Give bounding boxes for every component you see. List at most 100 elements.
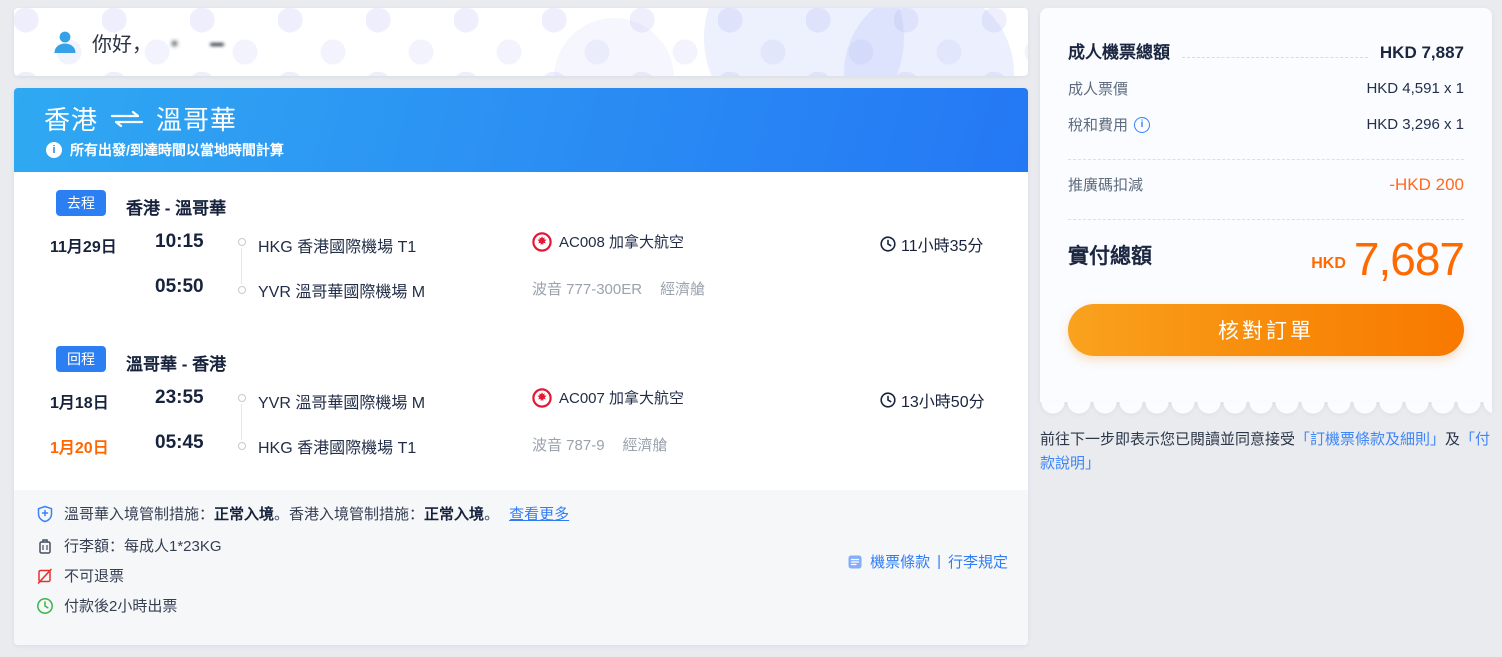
terms-agreement-text: 前往下一步即表示您已閱讀並同意接受「訂機票條款及細則」及「付款說明」 <box>1040 428 1492 476</box>
ticketing-row: 付款後2小時出票 <box>36 595 177 616</box>
return-arr-time: 05:45 <box>155 432 204 454</box>
check-order-button[interactable]: 核對訂單 <box>1068 304 1464 356</box>
fare-label: 成人票價 <box>1068 78 1128 99</box>
fare-value: HKD 4,591 x 1 <box>1366 80 1464 97</box>
return-dep-date: 1月18日 <box>50 389 109 413</box>
return-arr-airport: HKG 香港國際機場 T1 <box>258 434 416 458</box>
refund-row: 不可退票 <box>36 565 124 586</box>
return-duration: 13小時50分 <box>901 388 985 412</box>
timeline-line <box>241 248 242 284</box>
round-trip-arrows-icon <box>110 111 144 127</box>
tax-value: HKD 3,296 x 1 <box>1366 116 1464 133</box>
timeline-dot <box>238 394 246 402</box>
info-icon: i <box>46 142 62 158</box>
outbound-dep-date: 11月29日 <box>50 233 117 257</box>
return-flight: AC007 加拿大航空 <box>532 387 684 408</box>
dotted-leader <box>1182 57 1368 58</box>
payable-label: 實付總額 <box>1068 240 1152 270</box>
timeline-dot <box>238 286 246 294</box>
air-canada-logo-icon <box>532 232 552 252</box>
route-title: 香港 溫哥華 <box>44 100 237 137</box>
no-refund-icon <box>36 567 54 585</box>
return-title: 溫哥華 - 香港 <box>126 350 226 375</box>
refund-text: 不可退票 <box>64 565 124 586</box>
decor-circle <box>554 18 674 76</box>
payable-amount: HKD 7,687 <box>1311 236 1464 282</box>
entry-control-row: 溫哥華入境管制措施：正常入境。香港入境管制措施：正常入境。 查看更多 <box>36 503 569 524</box>
adult-total-label: 成人機票總額 <box>1068 38 1170 63</box>
greeting-card: 你好， <box>14 8 1028 76</box>
ticket-terms-link[interactable]: 機票條款 <box>870 551 930 572</box>
flight-card: 香港 溫哥華 i 所有出發/到達時間以當地時間計算 去程 香港 - 溫哥華 11… <box>14 88 1028 645</box>
route-header: 香港 溫哥華 i 所有出發/到達時間以當地時間計算 <box>14 88 1028 172</box>
outbound-badge: 去程 <box>56 190 106 216</box>
air-canada-logo-icon <box>532 388 552 408</box>
luggage-icon <box>36 537 54 555</box>
link-separator: | <box>937 553 941 570</box>
tax-info-icon[interactable]: i <box>1134 117 1150 133</box>
green-clock-icon <box>36 597 54 615</box>
divider <box>1068 219 1464 220</box>
currency-label: HKD <box>1311 255 1346 273</box>
see-more-link[interactable]: 查看更多 <box>509 503 569 524</box>
entry-control-text: 溫哥華入境管制措施：正常入境。香港入境管制措施：正常入境。 <box>64 503 499 524</box>
outbound-dep-time: 10:15 <box>155 231 204 253</box>
price-panel: 成人機票總額 HKD 7,887 成人票價 HKD 4,591 x 1 稅和費用… <box>1040 8 1492 402</box>
outbound-aircraft-row: 波音 777-300ER 經濟艙 <box>532 278 705 299</box>
adult-total-row: 成人機票總額 HKD 7,887 <box>1068 38 1464 63</box>
greeting-text: 你好， <box>92 28 152 57</box>
outbound-dep-airport: HKG 香港國際機場 T1 <box>258 233 416 257</box>
ticket-doc-links: 機票條款 | 行李規定 <box>847 551 1008 572</box>
return-aircraft-row: 波音 787-9 經濟艙 <box>532 434 668 455</box>
outbound-flight: AC008 加拿大航空 <box>532 231 684 252</box>
shield-plus-icon <box>36 505 54 523</box>
divider <box>1068 159 1464 160</box>
decor-circle <box>704 8 904 76</box>
promo-value: -HKD 200 <box>1389 175 1464 195</box>
clock-icon <box>880 392 896 408</box>
outbound-arr-airport: YVR 溫哥華國際機場 M <box>258 278 425 302</box>
return-dep-time: 23:55 <box>155 387 204 409</box>
notice-section: 溫哥華入境管制措施：正常入境。香港入境管制措施：正常入境。 查看更多 行李額：每… <box>14 490 1028 645</box>
return-duration-row: 13小時50分 <box>880 388 985 412</box>
outbound-title: 香港 - 溫哥華 <box>126 194 226 219</box>
fare-row: 成人票價 HKD 4,591 x 1 <box>1068 78 1464 99</box>
ticket-scallop-edge <box>1040 402 1492 414</box>
baggage-text: 行李額：每成人1*23KG <box>64 535 222 556</box>
timeline-line <box>241 404 242 440</box>
route-from: 香港 <box>44 100 98 137</box>
return-badge: 回程 <box>56 346 106 372</box>
return-dep-airport: YVR 溫哥華國際機場 M <box>258 389 425 413</box>
booking-terms-link[interactable]: 「訂機票條款及細則」 <box>1295 431 1445 448</box>
ticketing-text: 付款後2小時出票 <box>64 595 177 616</box>
redacted-name <box>166 35 226 49</box>
return-cabin: 經濟艙 <box>623 437 668 454</box>
outbound-arr-time: 05:50 <box>155 276 204 298</box>
promo-label: 推廣碼扣減 <box>1068 174 1143 195</box>
decor-circle <box>844 8 1014 76</box>
baggage-row: 行李額：每成人1*23KG <box>36 535 222 556</box>
adult-total-value: HKD 7,887 <box>1380 43 1464 63</box>
route-notice-text: 所有出發/到達時間以當地時間計算 <box>70 140 284 160</box>
outbound-duration: 11小時35分 <box>901 232 983 256</box>
user-icon <box>52 29 78 55</box>
page: 你好， 香港 溫哥華 i 所有出發/到達時間以當地時間計算 去程 香港 - 溫哥… <box>0 0 1502 657</box>
return-arr-date: 1月20日 <box>50 434 109 458</box>
outbound-aircraft: 波音 777-300ER <box>532 281 642 298</box>
baggage-rules-link[interactable]: 行李規定 <box>948 551 1008 572</box>
outbound-duration-row: 11小時35分 <box>880 232 983 256</box>
route-to: 溫哥華 <box>156 100 237 137</box>
return-aircraft: 波音 787-9 <box>532 437 605 454</box>
document-icon <box>847 554 863 570</box>
timeline-dot <box>238 238 246 246</box>
payable-number: 7,687 <box>1354 236 1464 282</box>
outbound-cabin: 經濟艙 <box>660 281 705 298</box>
payable-row: 實付總額 HKD 7,687 <box>1068 236 1464 282</box>
return-flight-number: AC007 加拿大航空 <box>559 387 684 408</box>
clock-icon <box>880 236 896 252</box>
timeline-dot <box>238 442 246 450</box>
tax-row: 稅和費用 i HKD 3,296 x 1 <box>1068 114 1464 135</box>
outbound-flight-number: AC008 加拿大航空 <box>559 231 684 252</box>
tax-label: 稅和費用 <box>1068 114 1128 135</box>
promo-row: 推廣碼扣減 -HKD 200 <box>1068 174 1464 195</box>
